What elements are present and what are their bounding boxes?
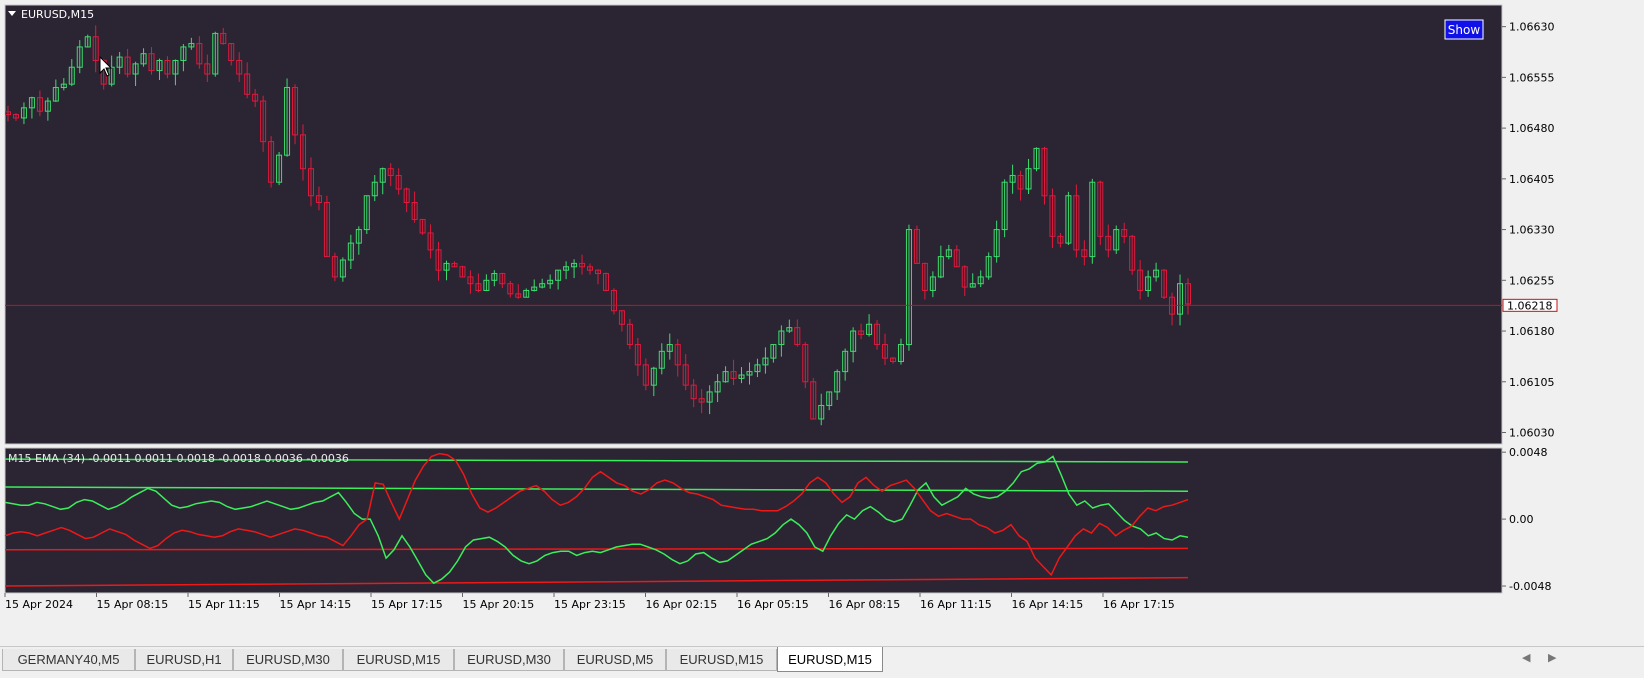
chart-symbol-title: EURUSD,M15 <box>21 8 94 21</box>
scroll-right-icon[interactable]: ▶ <box>1548 651 1556 664</box>
scroll-left-icon[interactable]: ◀ <box>1522 651 1530 664</box>
time-tick-label: 16 Apr 08:15 <box>829 598 901 611</box>
indicator-pane[interactable] <box>4 447 1503 594</box>
tab-eurusd-m30[interactable]: EURUSD,M30 <box>233 649 343 671</box>
price-tick-label: 1.06630 <box>1509 21 1555 34</box>
price-axis: 1.06630 1.06555 1.06480 1.06405 1.06330 1.062… <box>1502 21 1555 440</box>
price-tick-label: 1.06030 <box>1509 427 1555 440</box>
price-tick-label: 1.06180 <box>1509 325 1555 338</box>
time-tick-label: 15 Apr 20:15 <box>463 598 535 611</box>
current-price-label: 1.06218 <box>1507 299 1553 312</box>
tab-eurusd-m30[interactable]: EURUSD,M30 <box>454 649 564 671</box>
chart-window[interactable]: M15 EMA (34) -0.0011 0.0011 0.0018 -0.00… <box>0 0 1644 646</box>
indicator-tick-label: -0.0048 <box>1509 580 1551 593</box>
price-tick-label: 1.06480 <box>1509 122 1555 135</box>
indicator-tick-label: 0.0048 <box>1509 446 1548 459</box>
time-tick-label: 15 Apr 17:15 <box>371 598 443 611</box>
tab-eurusd-m15[interactable]: EURUSD,M15 <box>666 649 777 671</box>
time-tick-label: 16 Apr 05:15 <box>737 598 809 611</box>
price-pane[interactable] <box>4 4 1503 445</box>
tab-eurusd-m15[interactable]: EURUSD,M15 <box>343 649 454 671</box>
price-tick-label: 1.06555 <box>1509 71 1555 84</box>
tab-eurusd-h1[interactable]: EURUSD,H1 <box>135 649 233 671</box>
chart-tab-bar: GERMANY40,M5 EURUSD,H1 EURUSD,M30 EURUSD,M1… <box>0 646 1644 678</box>
time-tick-label: 16 Apr 14:15 <box>1012 598 1084 611</box>
time-tick-label: 16 Apr 02:15 <box>646 598 718 611</box>
indicator-tick-label: 0.00 <box>1509 513 1534 526</box>
time-tick-label: 15 Apr 23:15 <box>554 598 626 611</box>
time-tick-label: 15 Apr 11:15 <box>188 598 260 611</box>
price-tick-label: 1.06255 <box>1509 274 1555 287</box>
time-tick-label: 15 Apr 2024 <box>5 598 73 611</box>
tab-germany40-m5[interactable]: GERMANY40,M5 <box>2 649 135 671</box>
show-button-label: Show <box>1448 23 1481 37</box>
time-axis: 15 Apr 2024 15 Apr 08:15 15 Apr 11:15 15 Ap… <box>4 593 1175 611</box>
time-tick-label: 16 Apr 11:15 <box>920 598 992 611</box>
time-tick-label: 15 Apr 08:15 <box>97 598 169 611</box>
chart-svg[interactable]: M15 EMA (34) -0.0011 0.0011 0.0018 -0.00… <box>0 0 1644 646</box>
indicator-label: M15 EMA (34) -0.0011 0.0011 0.0018 -0.00… <box>8 452 349 465</box>
price-tick-label: 1.06105 <box>1509 376 1555 389</box>
tab-eurusd-m5[interactable]: EURUSD,M5 <box>564 649 666 671</box>
tab-eurusd-m15[interactable]: EURUSD,M15 <box>777 647 883 672</box>
indicator-axis: 0.0048 0.00 -0.0048 <box>1502 446 1551 593</box>
time-tick-label: 16 Apr 17:15 <box>1103 598 1175 611</box>
price-tick-label: 1.06405 <box>1509 173 1555 186</box>
time-tick-label: 15 Apr 14:15 <box>280 598 352 611</box>
price-tick-label: 1.06330 <box>1509 224 1555 237</box>
